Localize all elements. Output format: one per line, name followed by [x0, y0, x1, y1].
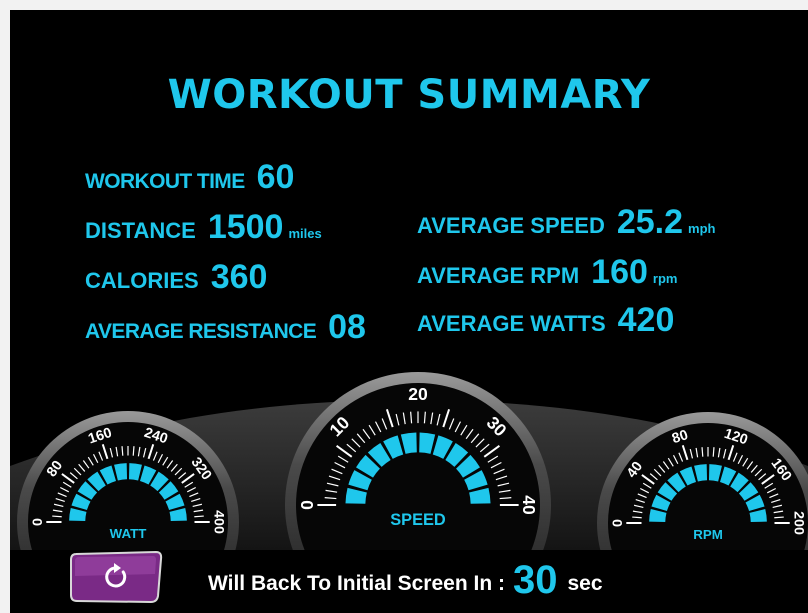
stat-value: 160 [591, 253, 648, 291]
stat-average-speed: AVERAGE SPEED 25.2 mph [417, 203, 716, 242]
gauge-tick-label: 20 [408, 384, 428, 404]
gauge-tick [632, 516, 642, 519]
gauge-tick [132, 446, 135, 456]
stat-value: 25.2 [616, 203, 684, 241]
gauge-tick-label: 200 [790, 511, 806, 535]
gauge-tick [121, 446, 124, 456]
gauge-tick [701, 447, 704, 457]
stat-label: AVERAGE RESISTANCE [85, 320, 317, 343]
gauge-tick [52, 515, 62, 518]
stat-workout-time: WORKOUT TIME 60 [85, 158, 294, 197]
stat-label: CALORIES [85, 268, 199, 293]
stat-unit: mph [688, 221, 716, 236]
stat-unit: miles [288, 226, 322, 241]
gauge-tick [194, 515, 204, 518]
countdown-unit: sec [567, 572, 603, 595]
stat-distance: DISTANCE 1500 miles [85, 208, 322, 247]
countdown-message: Will Back To Initial Screen In : [208, 572, 505, 595]
gauge-tick-label: 0 [610, 519, 626, 527]
stat-average-resistance: AVERAGE RESISTANCE 08 [85, 308, 366, 347]
stat-label: WORKOUT TIME [85, 170, 245, 193]
stat-value: 1500 [207, 208, 284, 246]
workout-summary-screen: WORKOUT SUMMARY WORKOUT TIME 60 DISTANCE 1… [10, 10, 808, 613]
stat-label: DISTANCE [85, 218, 196, 243]
stat-value: 08 [328, 308, 366, 346]
gauge-tick-label: 40 [519, 495, 539, 515]
gauge-label: RPM [693, 527, 723, 542]
gauge-tick [712, 447, 715, 457]
speed-gauge: 010203040SPEED [285, 372, 551, 550]
stat-calories: CALORIES 360 [85, 258, 267, 297]
stat-label: AVERAGE WATTS [417, 311, 606, 336]
gauge-tick [774, 516, 784, 519]
stat-unit: rpm [652, 271, 678, 286]
gauge-label: WATT [110, 526, 147, 541]
gauge-tick-label: 0 [30, 518, 46, 526]
stat-label: AVERAGE RPM [417, 263, 580, 288]
gauge-tick-label: 400 [210, 510, 226, 534]
stat-value: 60 [256, 158, 295, 196]
refresh-button[interactable] [67, 550, 165, 604]
countdown-value: 30 [512, 558, 558, 602]
stat-average-rpm: AVERAGE RPM 160 rpm [417, 253, 677, 292]
stat-average-watts: AVERAGE WATTS 420 [417, 301, 674, 340]
footer-countdown: Will Back To Initial Screen In : 30 sec [208, 558, 603, 603]
gauge-label: SPEED [390, 511, 446, 529]
stat-label: AVERAGE SPEED [417, 213, 605, 238]
gauge-cluster: 080160 240320400WATT 04080 120160200RPM 01… [10, 372, 808, 550]
stat-value: 360 [210, 258, 268, 296]
page-title: WORKOUT SUMMARY [167, 72, 651, 118]
stat-value: 420 [617, 301, 675, 339]
gauge-tick-label: 0 [297, 500, 317, 510]
